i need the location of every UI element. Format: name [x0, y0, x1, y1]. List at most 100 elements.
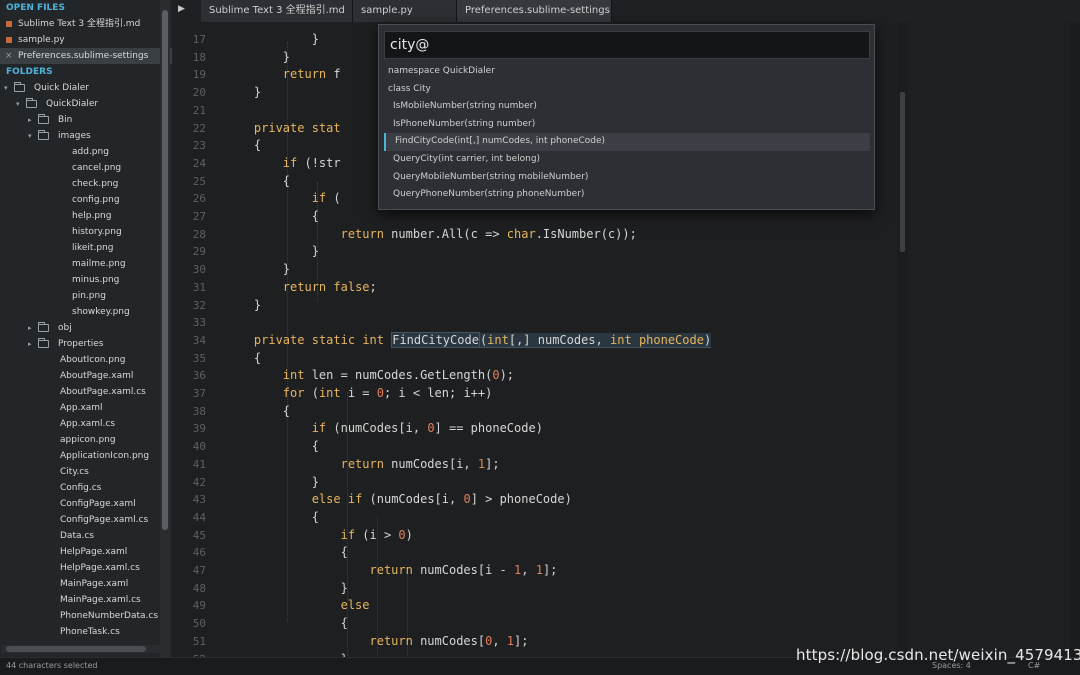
code-line: return number.All(c => char.IsNumber(c))…: [225, 226, 637, 244]
file-item[interactable]: add.png: [0, 144, 172, 160]
tree-item-label: ConfigPage.xaml.cs: [60, 515, 149, 525]
line-number: 25: [192, 174, 206, 188]
code-token: return: [340, 456, 384, 471]
line-number: 30: [192, 263, 206, 277]
code-token: {: [311, 209, 319, 223]
code-token: ];: [514, 633, 529, 648]
sidebar-horizontal-scrollbar[interactable]: [2, 645, 160, 653]
goto-result-item[interactable]: QueryPhoneNumber(string phoneNumber): [384, 186, 870, 204]
disclosure-open-icon[interactable]: ▾: [28, 128, 32, 144]
code-line: if (!str: [225, 155, 341, 173]
folder-item[interactable]: ▾ QuickDialer: [0, 96, 172, 112]
tree-item-label: history.png: [72, 227, 122, 237]
file-item[interactable]: minus.png: [0, 272, 172, 288]
file-item[interactable]: AboutIcon.png: [0, 352, 172, 368]
editor-scrollbar-thumb[interactable]: [900, 92, 905, 252]
goto-result-item[interactable]: class City: [384, 81, 870, 99]
open-file-item[interactable]: Sublime Text 3 全程指引.md: [0, 16, 172, 32]
code-token: {: [340, 616, 348, 631]
folder-item[interactable]: ▾ Quick Dialer: [0, 80, 172, 96]
code-line: for (int i = 0; i < len; i++): [225, 385, 493, 403]
goto-result-item[interactable]: IsPhoneNumber(string number): [384, 116, 870, 134]
line-number: 41: [192, 457, 206, 471]
line-number: 24: [192, 156, 206, 170]
line-number: 29: [192, 245, 206, 259]
disclosure-closed-icon[interactable]: ▸: [28, 320, 32, 336]
code-token: {: [282, 403, 291, 418]
tree-item-label: Quick Dialer: [34, 83, 89, 93]
file-item[interactable]: likeit.png: [0, 240, 172, 256]
file-item[interactable]: AboutPage.xaml.cs: [0, 384, 172, 400]
file-item[interactable]: showkey.png: [0, 304, 172, 320]
open-file-item[interactable]: sample.py: [0, 32, 172, 48]
code-token: }: [253, 85, 262, 100]
file-item[interactable]: PhoneNumberData.cs: [0, 608, 172, 624]
folder-open-icon: [26, 98, 37, 108]
sidebar-horizontal-scrollbar-thumb[interactable]: [6, 646, 146, 652]
file-item[interactable]: HelpPage.xaml: [0, 544, 172, 560]
file-item[interactable]: cancel.png: [0, 160, 172, 176]
folder-item[interactable]: ▸ Properties: [0, 336, 172, 352]
code-line: }: [225, 243, 319, 261]
file-item[interactable]: App.xaml: [0, 400, 172, 416]
file-item[interactable]: MainPage.xaml: [0, 576, 172, 592]
code-token: {: [340, 545, 348, 560]
file-item[interactable]: App.xaml.cs: [0, 416, 172, 432]
goto-result-item[interactable]: QueryMobileNumber(string mobileNumber): [384, 169, 870, 187]
file-item[interactable]: MainPage.xaml.cs: [0, 592, 172, 608]
status-selection-info: 44 characters selected: [6, 661, 98, 670]
line-number: 33: [192, 316, 206, 330]
file-item[interactable]: ConfigPage.xaml: [0, 496, 172, 512]
file-item[interactable]: AboutPage.xaml: [0, 368, 172, 384]
goto-result-item[interactable]: IsMobileNumber(string number): [384, 98, 870, 116]
code-token: );: [499, 368, 515, 383]
line-number: 45: [192, 528, 206, 542]
code-line: }: [225, 297, 261, 315]
code-line: {: [225, 350, 261, 368]
disclosure-closed-icon[interactable]: ▸: [28, 112, 32, 128]
tab-preferences-settings[interactable]: Preferences.sublime-settings: [457, 0, 612, 22]
folder-item[interactable]: ▸ obj: [0, 320, 172, 336]
open-file-item[interactable]: × Preferences.sublime-settings: [0, 48, 172, 64]
disclosure-open-icon[interactable]: ▾: [16, 96, 20, 112]
close-icon[interactable]: ×: [5, 48, 13, 64]
code-line: }: [225, 261, 290, 279]
code-token: ): [405, 527, 413, 542]
file-item[interactable]: help.png: [0, 208, 172, 224]
code-line: return numCodes[0, 1];: [225, 633, 529, 651]
goto-anything-input[interactable]: [384, 31, 870, 59]
file-item[interactable]: history.png: [0, 224, 172, 240]
file-item[interactable]: ApplicationIcon.png: [0, 448, 172, 464]
tab-sublime-guide[interactable]: Sublime Text 3 全程指引.md: [201, 0, 353, 22]
goto-result-item[interactable]: namespace QuickDialer: [384, 63, 870, 81]
tab-sample-py[interactable]: sample.py: [353, 0, 457, 22]
file-item[interactable]: config.png: [0, 192, 172, 208]
disclosure-closed-icon[interactable]: ▸: [28, 336, 32, 352]
sidebar-scrollbar[interactable]: [160, 0, 170, 657]
folder-item[interactable]: ▸ Bin: [0, 112, 172, 128]
code-line: }: [225, 474, 319, 492]
file-item[interactable]: ConfigPage.xaml.cs: [0, 512, 172, 528]
sidebar-scrollbar-thumb[interactable]: [162, 10, 168, 530]
file-item[interactable]: Config.cs: [0, 480, 172, 496]
folder-item[interactable]: ▾ images: [0, 128, 172, 144]
file-item[interactable]: Data.cs: [0, 528, 172, 544]
sidebar-toggle-arrow-icon[interactable]: ▶: [178, 4, 185, 14]
goto-result-item[interactable]: FindCityCode(int[,] numCodes, int phoneC…: [384, 133, 870, 151]
tree-item-label: mailme.png: [72, 259, 126, 269]
file-item[interactable]: appicon.png: [0, 432, 172, 448]
goto-result-item[interactable]: QueryCity(int carrier, int belong): [384, 151, 870, 169]
file-item[interactable]: City.cs: [0, 464, 172, 480]
file-item[interactable]: PhoneTask.cs: [0, 624, 172, 640]
file-item[interactable]: HelpPage.xaml.cs: [0, 560, 172, 576]
line-number: 28: [192, 227, 206, 241]
file-item[interactable]: mailme.png: [0, 256, 172, 272]
file-item[interactable]: pin.png: [0, 288, 172, 304]
file-item[interactable]: check.png: [0, 176, 172, 192]
disclosure-open-icon[interactable]: ▾: [4, 80, 8, 96]
editor-scrollbar[interactable]: [898, 22, 908, 657]
